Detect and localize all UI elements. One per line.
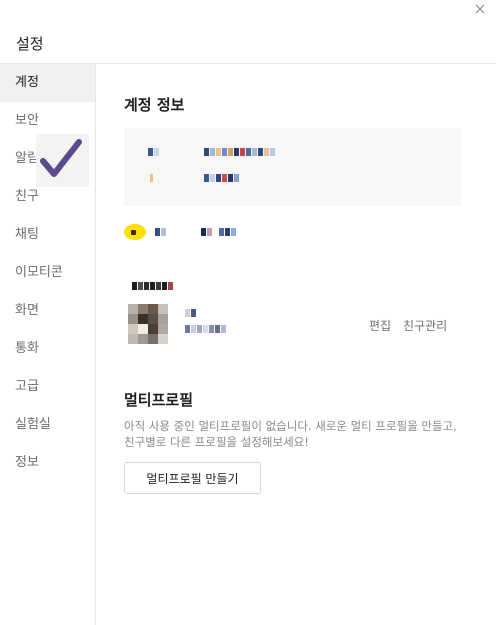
masked-profile-name: [185, 309, 197, 317]
checkmark-icon: [40, 139, 82, 177]
settings-sidebar: 계정 보안 알림 친구 채팅 이모티콘 화면 통화 고급 실험실 정보: [0, 64, 96, 625]
multiprofile-description: 아직 사용 중인 멀티프로필이 없습니다. 새로운 멀티 프로필을 만들고, 친…: [124, 419, 457, 449]
window-title: 설정: [16, 35, 44, 53]
account-info-box: [124, 128, 461, 206]
masked-phone-number: [204, 174, 240, 182]
multiprofile-section-title: 멀티프로필: [124, 391, 194, 409]
masked-account-email: [204, 148, 276, 156]
sidebar-item-label: 계정: [15, 75, 39, 90]
masked-profile-status: [185, 325, 227, 333]
sidebar-item-label: 통화: [15, 341, 39, 356]
masked-account-id: [148, 148, 160, 156]
account-section-title: 계정 정보: [124, 96, 185, 114]
profile-avatar[interactable]: [128, 304, 168, 344]
sidebar-item-account[interactable]: 계정: [0, 64, 95, 102]
masked-phone-prefix: [150, 174, 153, 182]
sidebar-item-advanced[interactable]: 고급: [0, 368, 95, 406]
masked-kakaotalk-id: [155, 228, 167, 236]
sidebar-item-labs[interactable]: 실험실: [0, 406, 95, 444]
sidebar-item-label: 이모티콘: [15, 265, 63, 280]
sidebar-item-label: 친구: [15, 189, 39, 204]
sidebar-item-label: 정보: [15, 455, 39, 470]
sidebar-item-label: 보안: [15, 113, 39, 128]
manage-friends-link[interactable]: 친구관리: [403, 317, 447, 334]
masked-kakaotalk-id-2: [201, 228, 237, 236]
masked-profile-section-title: [132, 282, 174, 290]
sidebar-item-label: 채팅: [15, 227, 39, 242]
settings-content: 계정 정보 편집 친구관리 멀티프로필 아직 사용 중인 멀티프로필이 없습니다…: [97, 64, 496, 625]
kakaotalk-id-badge: [124, 224, 146, 240]
title-bar: 설정: [0, 0, 496, 64]
sidebar-item-emoticons[interactable]: 이모티콘: [0, 254, 95, 292]
sidebar-item-label: 고급: [15, 379, 39, 394]
close-icon: [475, 4, 485, 14]
sidebar-item-chats[interactable]: 채팅: [0, 216, 95, 254]
sidebar-item-label: 실험실: [15, 417, 51, 432]
sidebar-item-label: 화면: [15, 303, 39, 318]
sidebar-item-calls[interactable]: 통화: [0, 330, 95, 368]
create-multiprofile-button[interactable]: 멀티프로필 만들기: [124, 462, 261, 494]
close-button[interactable]: [473, 2, 487, 16]
checkmark-overlay: [36, 134, 89, 187]
sidebar-item-display[interactable]: 화면: [0, 292, 95, 330]
sidebar-item-about[interactable]: 정보: [0, 444, 95, 482]
edit-profile-link[interactable]: 편집: [369, 317, 391, 334]
